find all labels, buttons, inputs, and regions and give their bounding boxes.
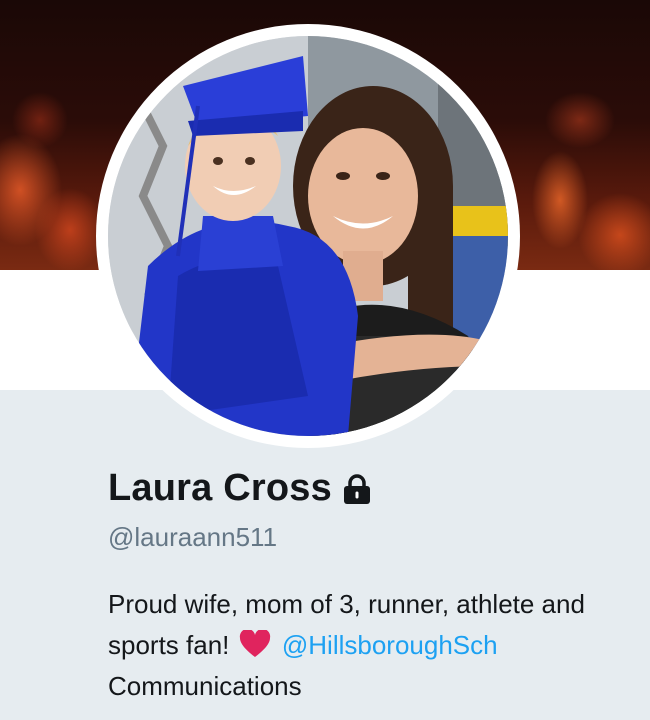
avatar-photo-illustration [108, 36, 508, 436]
avatar[interactable] [108, 36, 508, 436]
lock-icon [343, 474, 370, 504]
bio-line: Communications [108, 671, 302, 701]
heart-icon [239, 630, 270, 657]
profile-name[interactable]: Laura Cross [108, 467, 332, 510]
profile-bio: Proud wife, mom of 3, runner, athlete an… [108, 584, 638, 707]
profile-handle[interactable]: @lauraann511 [108, 522, 277, 553]
profile-name-row: Laura Cross [108, 464, 374, 512]
bio-line: Proud wife, mom of 3, runner, athlete an… [108, 589, 585, 619]
bio-line: sports fan! @HillsboroughSch [108, 625, 638, 666]
bio-text: sports fan! [108, 630, 230, 660]
mention-link[interactable]: @HillsboroughSch [282, 630, 498, 660]
